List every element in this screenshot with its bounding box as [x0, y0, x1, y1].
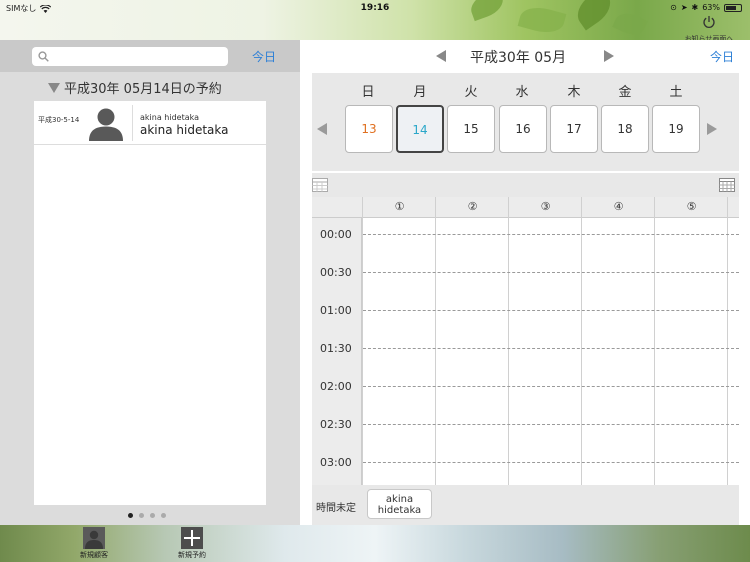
weekday-wed: 水 [515, 85, 529, 100]
power-icon [703, 16, 715, 28]
week-strip: 日 月 火 水 木 金 土 13 14 15 16 17 18 19 [312, 73, 739, 171]
month-navigation: 平成30年 05月 今日 [300, 40, 750, 72]
grid-line [363, 462, 739, 463]
weekday-tue: 火 [464, 85, 478, 100]
page-dot [161, 513, 166, 518]
day-16[interactable]: 16 [499, 105, 547, 153]
day-view-icon[interactable] [312, 178, 328, 192]
battery-icon [724, 3, 742, 12]
reservation-date: 平成30-5-14 [38, 116, 80, 124]
bottom-toolbar: 新規顧客 新規予約 [0, 525, 750, 562]
grid-line [508, 197, 509, 485]
search-icon [38, 51, 49, 62]
new-customer-label: 新規顧客 [80, 551, 108, 559]
page-dot [139, 513, 144, 518]
search-bar: 今日 [0, 40, 300, 72]
day-19[interactable]: 19 [652, 105, 700, 153]
status-bar: SIMなし 19:16 ⊙ ➤ ✱ 63% お知らせ画面へ [0, 0, 750, 43]
time-label: 00:30 [320, 266, 352, 279]
time-label: 02:30 [320, 418, 352, 431]
search-input[interactable] [32, 47, 228, 66]
weekday-sun: 日 [361, 85, 375, 100]
leaf-decoration [612, 8, 648, 40]
unscheduled-row: 時間未定 akina hidetaka [312, 485, 739, 525]
prev-week-icon[interactable] [317, 123, 327, 135]
divider [132, 105, 133, 141]
new-reservation-button[interactable]: 新規予約 [172, 527, 212, 561]
bluetooth-icon: ✱ [691, 3, 699, 12]
weekday-sat: 土 [669, 85, 683, 100]
new-reservation-label: 新規予約 [178, 551, 206, 559]
new-customer-button[interactable]: 新規顧客 [74, 527, 114, 561]
next-month-icon[interactable] [604, 50, 614, 62]
grid-line [727, 197, 728, 485]
column-3-header: ③ [540, 200, 551, 213]
avatar-icon [89, 108, 123, 141]
grid-line [435, 197, 436, 485]
weekday-thu: 木 [567, 85, 581, 100]
grid-line [363, 272, 739, 273]
grid-line [363, 234, 739, 235]
date-heading[interactable]: 平成30年 05月14日の予約 [48, 78, 222, 97]
time-label: 01:00 [320, 304, 352, 317]
grid-line [581, 197, 582, 485]
column-header-row: ① ② ③ ④ ⑤ [312, 197, 739, 218]
calendar-view-icon[interactable] [719, 178, 735, 192]
column-4-header: ④ [613, 200, 624, 213]
grid-line [363, 424, 739, 425]
reservation-name: akina hidetaka [140, 123, 229, 137]
time-column: 00:00 00:30 01:00 01:30 02:00 02:30 03:0… [312, 218, 362, 485]
battery-percent: 63% [702, 3, 720, 12]
time-label: 02:00 [320, 380, 352, 393]
list-item[interactable]: 平成30-5-14 akina hidetaka akina hidetaka [34, 101, 266, 145]
reservation-kana: akina hidetaka [140, 113, 199, 122]
time-label: 03:00 [320, 456, 352, 469]
unscheduled-reservation-chip[interactable]: akina hidetaka [367, 489, 432, 519]
calendar-panel: 平成30年 05月 今日 日 月 火 水 木 金 土 13 14 15 16 1… [300, 40, 750, 525]
month-title: 平成30年 05月 [470, 50, 567, 66]
prev-month-icon[interactable] [436, 50, 446, 62]
reservation-sidebar: 今日 平成30年 05月14日の予約 平成30-5-14 akina hidet… [0, 40, 300, 525]
grid-line [363, 348, 739, 349]
day-13[interactable]: 13 [345, 105, 393, 153]
grid-line [363, 386, 739, 387]
today-button-right[interactable]: 今日 [710, 48, 734, 65]
grid-line [362, 197, 363, 485]
grid-line [363, 310, 739, 311]
column-2-header: ② [467, 200, 478, 213]
collapse-triangle-icon [48, 82, 60, 93]
chip-text: akina hidetaka [377, 494, 422, 516]
day-18[interactable]: 18 [601, 105, 649, 153]
plus-icon [181, 527, 203, 549]
lock-rotation-icon: ⊙ [670, 3, 677, 12]
day-14[interactable]: 14 [396, 105, 444, 153]
schedule-area: ① ② ③ ④ ⑤ 00:00 00:30 01:00 01:30 02:00 … [312, 173, 739, 525]
unscheduled-label: 時間未定 [316, 503, 356, 514]
page-indicator[interactable] [128, 513, 166, 518]
column-1-header: ① [394, 200, 405, 213]
next-week-icon[interactable] [707, 123, 717, 135]
weekday-mon: 月 [413, 85, 427, 100]
date-heading-label: 平成30年 05月14日の予約 [64, 82, 222, 97]
time-label: 00:00 [320, 228, 352, 241]
grid-line [654, 197, 655, 485]
timetable-grid[interactable]: ① ② ③ ④ ⑤ 00:00 00:30 01:00 01:30 02:00 … [312, 197, 739, 485]
page-dot [150, 513, 155, 518]
location-icon: ➤ [680, 3, 688, 12]
status-icons: ⊙ ➤ ✱ 63% [670, 3, 742, 12]
day-15[interactable]: 15 [447, 105, 495, 153]
day-17[interactable]: 17 [550, 105, 598, 153]
time-label: 01:30 [320, 342, 352, 355]
reservation-list: 平成30-5-14 akina hidetaka akina hidetaka [34, 101, 266, 505]
today-button-left[interactable]: 今日 [252, 48, 276, 65]
person-icon [83, 527, 105, 549]
page-dot [128, 513, 133, 518]
column-5-header: ⑤ [686, 200, 697, 213]
clock: 19:16 [360, 3, 390, 13]
weekday-fri: 金 [618, 85, 632, 100]
